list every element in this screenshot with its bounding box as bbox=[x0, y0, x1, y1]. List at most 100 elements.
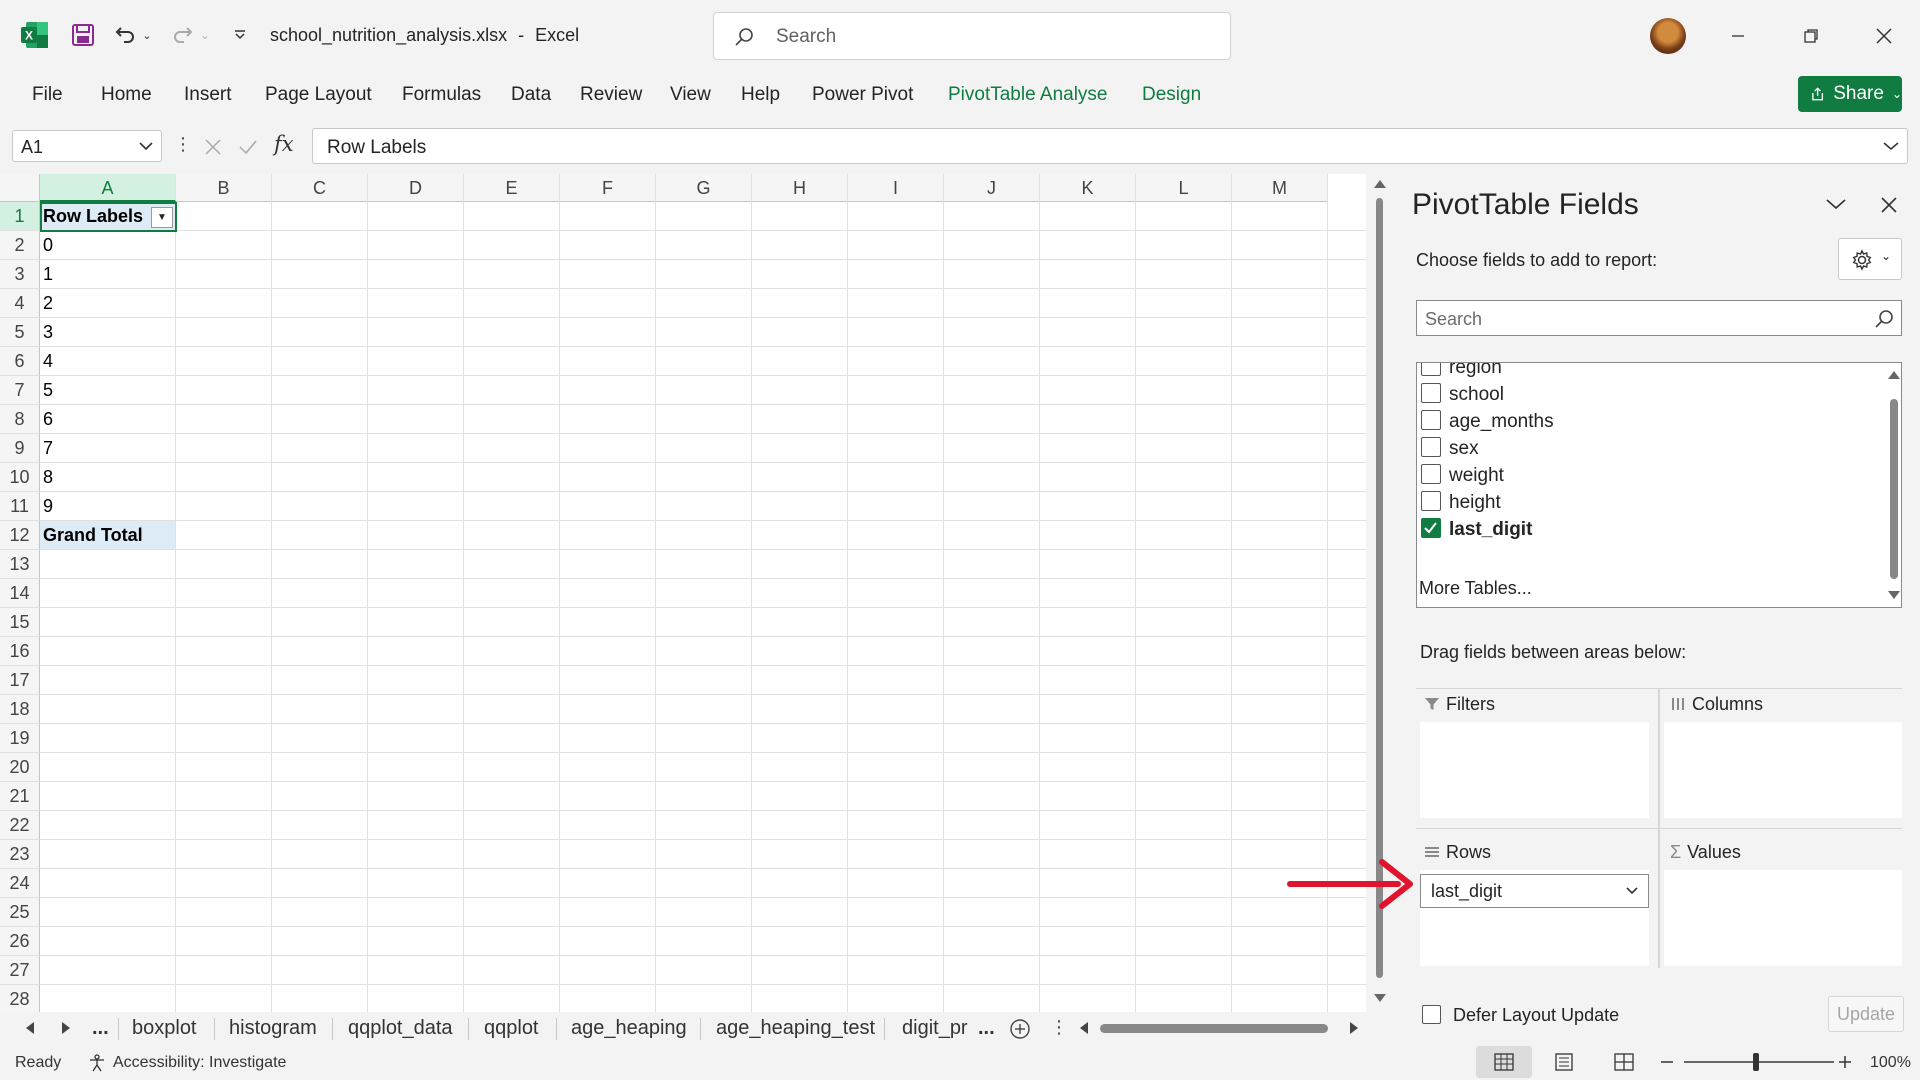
update-button[interactable]: Update bbox=[1828, 996, 1904, 1032]
row-header-11[interactable]: 11 bbox=[0, 492, 40, 521]
row-header-12[interactable]: 12 bbox=[0, 521, 40, 550]
field-list-settings-button[interactable]: ⌄ bbox=[1838, 238, 1902, 280]
filters-drop-area[interactable] bbox=[1420, 722, 1649, 818]
row-header-26[interactable]: 26 bbox=[0, 927, 40, 956]
zoom-slider-track[interactable] bbox=[1684, 1061, 1834, 1063]
column-header-c[interactable]: C bbox=[272, 174, 368, 202]
next-sheet-icon[interactable] bbox=[60, 1022, 70, 1034]
field-checkbox[interactable] bbox=[1421, 383, 1441, 403]
menu-page-layout[interactable]: Page Layout bbox=[265, 84, 372, 106]
column-header-d[interactable]: D bbox=[368, 174, 464, 202]
row-header-17[interactable]: 17 bbox=[0, 666, 40, 695]
field-item-last-digit[interactable]: last_digit bbox=[1417, 513, 1877, 546]
zoom-out-icon[interactable] bbox=[1660, 1060, 1674, 1064]
menu-view[interactable]: View bbox=[670, 84, 711, 106]
column-header-j[interactable]: J bbox=[944, 174, 1040, 202]
menu-formulas[interactable]: Formulas bbox=[402, 84, 481, 106]
row-header-7[interactable]: 7 bbox=[0, 376, 40, 405]
pivot-row-cell[interactable]: 1 bbox=[43, 260, 53, 289]
sheet-tab-digit-pr[interactable]: digit_pr bbox=[902, 1012, 968, 1044]
select-all-corner[interactable] bbox=[0, 174, 40, 202]
row-header-3[interactable]: 3 bbox=[0, 260, 40, 289]
zoom-level[interactable]: 100% bbox=[1870, 1054, 1911, 1072]
field-list[interactable]: region school age_months sex weight height las… bbox=[1416, 362, 1902, 608]
more-sheets-left[interactable]: ... bbox=[92, 1012, 109, 1044]
avatar[interactable] bbox=[1650, 18, 1686, 54]
pivot-row-cell[interactable]: 9 bbox=[43, 492, 53, 521]
row-header-22[interactable]: 22 bbox=[0, 811, 40, 840]
chevron-down-icon[interactable] bbox=[1626, 887, 1638, 895]
menu-review[interactable]: Review bbox=[580, 84, 642, 106]
sheet-tab-age-heaping-test[interactable]: age_heaping_test bbox=[716, 1012, 875, 1044]
insert-function-icon[interactable]: fx bbox=[274, 132, 294, 156]
row-header-28[interactable]: 28 bbox=[0, 985, 40, 1012]
chevron-down-icon[interactable] bbox=[139, 141, 153, 151]
close-pane-icon[interactable] bbox=[1880, 196, 1898, 214]
row-header-1[interactable]: 1 bbox=[0, 202, 40, 231]
undo-icon[interactable] bbox=[112, 22, 138, 48]
share-button[interactable]: Share ⌄ bbox=[1798, 76, 1902, 112]
share-chevron-icon[interactable]: ⌄ bbox=[1892, 87, 1902, 101]
column-header-i[interactable]: I bbox=[848, 174, 944, 202]
row-header-15[interactable]: 15 bbox=[0, 608, 40, 637]
row-header-20[interactable]: 20 bbox=[0, 753, 40, 782]
row-header-27[interactable]: 27 bbox=[0, 956, 40, 985]
row-header-16[interactable]: 16 bbox=[0, 637, 40, 666]
field-checkbox[interactable] bbox=[1421, 363, 1441, 376]
field-list-scroll-thumb[interactable] bbox=[1890, 399, 1898, 579]
column-header-g[interactable]: G bbox=[656, 174, 752, 202]
rows-field-chip[interactable]: last_digit bbox=[1420, 874, 1649, 908]
search-box[interactable]: Search bbox=[713, 12, 1231, 60]
pane-options-chevron-icon[interactable] bbox=[1826, 198, 1846, 210]
scroll-right-icon[interactable] bbox=[1348, 1022, 1358, 1034]
field-search-input[interactable]: Search bbox=[1416, 300, 1902, 336]
column-header-e[interactable]: E bbox=[464, 174, 560, 202]
row-header-21[interactable]: 21 bbox=[0, 782, 40, 811]
expand-formula-bar-icon[interactable] bbox=[1883, 141, 1899, 151]
menu-design[interactable]: Design bbox=[1142, 84, 1201, 106]
scroll-down-icon[interactable] bbox=[1888, 591, 1900, 599]
column-header-a[interactable]: A bbox=[40, 174, 176, 202]
undo-dropdown-icon[interactable]: ⌄ bbox=[140, 26, 154, 44]
pivot-row-cell[interactable]: 7 bbox=[43, 434, 53, 463]
column-header-b[interactable]: B bbox=[176, 174, 272, 202]
accessibility-status[interactable]: Accessibility: Investigate bbox=[113, 1054, 286, 1072]
menu-help[interactable]: Help bbox=[741, 84, 780, 106]
row-header-18[interactable]: 18 bbox=[0, 695, 40, 724]
menu-pivottable-analyse[interactable]: PivotTable Analyse bbox=[948, 84, 1108, 106]
menu-data[interactable]: Data bbox=[511, 84, 551, 106]
row-header-8[interactable]: 8 bbox=[0, 405, 40, 434]
more-options-icon[interactable]: ⋮ bbox=[174, 134, 192, 155]
row-header-9[interactable]: 9 bbox=[0, 434, 40, 463]
sheet-tab-boxplot[interactable]: boxplot bbox=[132, 1012, 197, 1044]
row-header-5[interactable]: 5 bbox=[0, 318, 40, 347]
sheet-tab-histogram[interactable]: histogram bbox=[229, 1012, 317, 1044]
close-icon[interactable] bbox=[1866, 18, 1902, 54]
field-checkbox[interactable] bbox=[1421, 491, 1441, 511]
menu-insert[interactable]: Insert bbox=[184, 84, 232, 106]
row-header-13[interactable]: 13 bbox=[0, 550, 40, 579]
more-sheets-right[interactable]: ... bbox=[978, 1012, 995, 1044]
scroll-up-icon[interactable] bbox=[1374, 180, 1386, 188]
row-labels-filter-button[interactable]: ▼ bbox=[151, 207, 173, 228]
redo-icon[interactable] bbox=[170, 22, 196, 48]
formula-input[interactable]: Row Labels bbox=[312, 128, 1908, 164]
normal-view-button[interactable] bbox=[1476, 1046, 1532, 1078]
field-checkbox[interactable] bbox=[1421, 437, 1441, 457]
previous-sheet-icon[interactable] bbox=[26, 1022, 36, 1034]
sheet-tab-qqplot-data[interactable]: qqplot_data bbox=[348, 1012, 453, 1044]
row-header-6[interactable]: 6 bbox=[0, 347, 40, 376]
field-checkbox[interactable] bbox=[1421, 410, 1441, 430]
scroll-up-icon[interactable] bbox=[1888, 371, 1900, 379]
name-box[interactable]: A1 bbox=[12, 130, 162, 162]
column-header-l[interactable]: L bbox=[1136, 174, 1232, 202]
menu-power-pivot[interactable]: Power Pivot bbox=[812, 84, 913, 106]
page-layout-view-icon[interactable] bbox=[1554, 1053, 1574, 1071]
pivot-row-cell[interactable]: 3 bbox=[43, 318, 53, 347]
column-header-k[interactable]: K bbox=[1040, 174, 1136, 202]
customize-toolbar-icon[interactable] bbox=[230, 24, 250, 46]
row-header-10[interactable]: 10 bbox=[0, 463, 40, 492]
field-checkbox[interactable] bbox=[1421, 464, 1441, 484]
scroll-down-icon[interactable] bbox=[1374, 994, 1386, 1002]
row-header-25[interactable]: 25 bbox=[0, 898, 40, 927]
